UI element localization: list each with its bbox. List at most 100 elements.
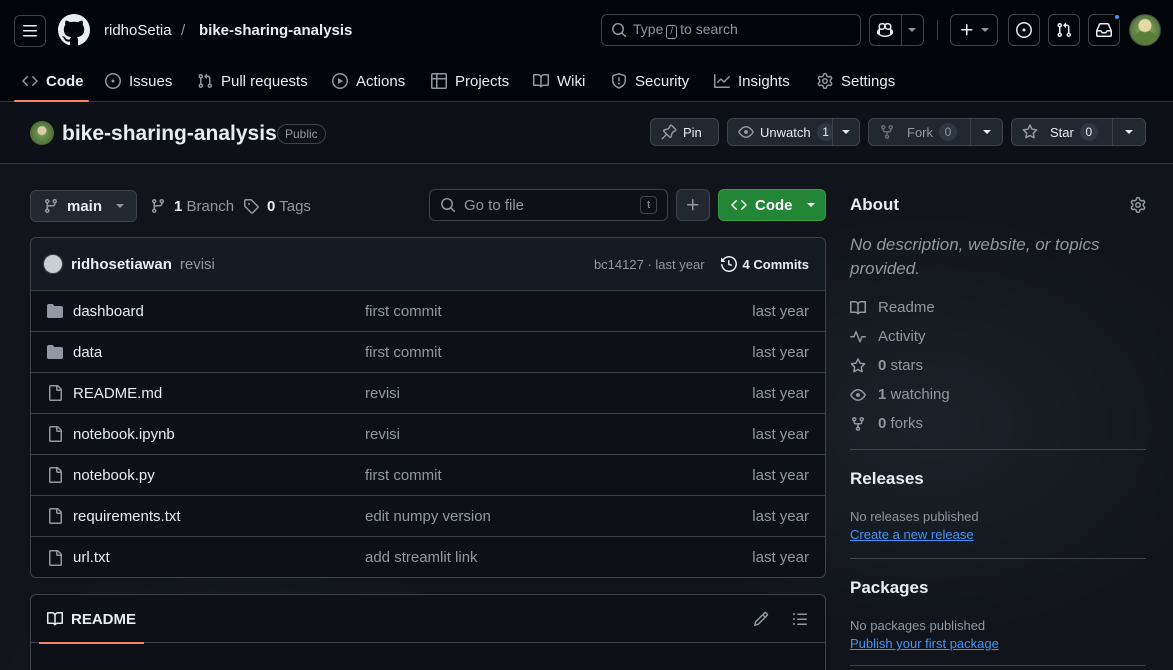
watchers-link[interactable]: 1 watching — [850, 386, 950, 403]
copilot-button[interactable] — [869, 14, 924, 46]
book-icon — [533, 73, 549, 88]
tab-actions[interactable]: Actions — [324, 60, 413, 102]
file-commit-message[interactable]: first commit — [365, 344, 442, 361]
fork-dropdown-button[interactable] — [970, 118, 1003, 146]
file-icon — [49, 467, 62, 483]
create-release-link[interactable]: Create a new release — [850, 527, 974, 542]
stars-link[interactable]: 0 stars — [850, 357, 923, 374]
chevron-down-icon — [116, 204, 125, 208]
file-commit-message[interactable]: first commit — [365, 303, 442, 320]
file-name[interactable]: notebook.py — [73, 467, 155, 484]
code-icon — [731, 199, 747, 211]
file-name[interactable]: data — [73, 344, 102, 361]
file-commit-message[interactable]: revisi — [365, 385, 400, 402]
packages-empty-text: No packages published — [850, 618, 986, 633]
code-button-label: Code — [755, 196, 793, 214]
go-to-file-input[interactable]: Go to file t — [429, 189, 668, 221]
pull-requests-button[interactable] — [1048, 14, 1080, 46]
file-icon — [49, 426, 62, 442]
tab-wiki[interactable]: Wiki — [525, 60, 593, 102]
graph-icon — [714, 74, 730, 88]
publish-package-link[interactable]: Publish your first package — [850, 636, 999, 651]
menu-button[interactable] — [14, 15, 46, 47]
about-settings-button[interactable] — [1130, 197, 1146, 213]
tab-label: Security — [635, 72, 690, 90]
star-dropdown-button[interactable] — [1112, 118, 1146, 146]
fork-button[interactable]: Fork 0 — [868, 118, 971, 146]
file-name[interactable]: notebook.ipynb — [73, 426, 175, 443]
file-commit-message[interactable]: edit numpy version — [365, 508, 491, 525]
forks-link[interactable]: 0 forks — [850, 415, 923, 432]
outline-button[interactable] — [792, 611, 808, 627]
search-icon — [441, 198, 456, 213]
file-row[interactable]: requirements.txt edit numpy version last… — [31, 496, 825, 537]
branches-link[interactable]: 1 Branch — [150, 190, 234, 222]
search-input[interactable]: Type / to search — [601, 14, 861, 46]
github-logo-icon[interactable] — [58, 14, 90, 46]
owner-avatar[interactable] — [30, 121, 54, 145]
folder-icon — [47, 345, 63, 359]
activity-link[interactable]: Activity — [850, 328, 926, 345]
star-icon — [850, 357, 866, 372]
issues-button[interactable] — [1008, 14, 1040, 46]
book-icon — [850, 300, 866, 314]
repo-title[interactable]: bike-sharing-analysis — [62, 121, 277, 147]
chevron-down-icon — [806, 203, 815, 207]
plus-icon — [687, 199, 699, 211]
watch-dropdown-button[interactable] — [832, 118, 860, 146]
create-new-button[interactable] — [950, 14, 998, 46]
releases-title[interactable]: Releases — [850, 469, 924, 489]
file-commit-message[interactable]: revisi — [365, 426, 400, 443]
file-row[interactable]: notebook.py first commit last year — [31, 455, 825, 496]
edit-readme-button[interactable] — [753, 611, 769, 627]
tab-security[interactable]: Security — [603, 60, 697, 102]
user-avatar[interactable] — [1129, 14, 1161, 46]
file-commit-message[interactable]: add streamlit link — [365, 549, 478, 566]
gear-icon — [817, 73, 833, 89]
file-name[interactable]: requirements.txt — [73, 508, 181, 525]
issue-icon — [105, 73, 121, 89]
tab-issues[interactable]: Issues — [97, 60, 180, 102]
commit-hash-time[interactable]: bc14127 · last year — [594, 257, 705, 272]
file-name[interactable]: url.txt — [73, 549, 110, 566]
file-row[interactable]: README.md revisi last year — [31, 373, 825, 414]
code-dropdown-button[interactable]: Code — [718, 189, 826, 221]
readme-link[interactable]: Readme — [850, 299, 935, 316]
tab-projects[interactable]: Projects — [423, 60, 517, 102]
tab-settings[interactable]: Settings — [809, 60, 903, 102]
pin-button[interactable]: Pin — [650, 118, 719, 146]
file-name[interactable]: dashboard — [73, 303, 144, 320]
commit-author[interactable]: ridhosetiawan — [71, 256, 172, 273]
hamburger-icon — [23, 25, 37, 37]
star-icon — [1022, 124, 1038, 139]
tab-code[interactable]: Code — [14, 60, 89, 102]
file-age: last year — [752, 549, 809, 566]
pull-request-icon — [1057, 22, 1072, 38]
packages-title[interactable]: Packages — [850, 578, 928, 598]
chevron-down-icon — [1125, 130, 1133, 134]
file-row[interactable]: data first commit last year — [31, 332, 825, 373]
file-commit-message[interactable]: first commit — [365, 467, 442, 484]
readme-tab[interactable]: README — [39, 595, 145, 644]
breadcrumb-repo[interactable]: bike-sharing-analysis — [199, 21, 352, 41]
branch-select-button[interactable]: main — [30, 190, 137, 222]
visibility-badge: Public — [277, 124, 326, 144]
commit-message[interactable]: revisi — [180, 256, 215, 273]
tags-link[interactable]: 0 Tags — [243, 190, 311, 222]
tab-insights[interactable]: Insights — [706, 60, 798, 102]
inbox-icon — [1096, 23, 1112, 37]
file-row[interactable]: dashboard first commit last year — [31, 291, 825, 332]
file-row[interactable]: notebook.ipynb revisi last year — [31, 414, 825, 455]
commits-link[interactable]: 4 Commits — [720, 256, 809, 272]
file-row[interactable]: url.txt add streamlit link last year — [31, 537, 825, 577]
star-button[interactable]: Star 0 — [1011, 118, 1113, 146]
readme-panel: README — [30, 594, 826, 670]
breadcrumb-owner[interactable]: ridhoSetia — [104, 21, 172, 41]
add-file-button[interactable] — [676, 189, 710, 221]
tab-pull-requests[interactable]: Pull requests — [189, 60, 316, 102]
unwatch-button[interactable]: Unwatch 1 — [727, 118, 835, 146]
file-icon — [49, 549, 62, 566]
commit-author-avatar[interactable] — [43, 254, 63, 274]
file-name[interactable]: README.md — [73, 385, 162, 402]
chevron-down-icon — [982, 130, 991, 134]
